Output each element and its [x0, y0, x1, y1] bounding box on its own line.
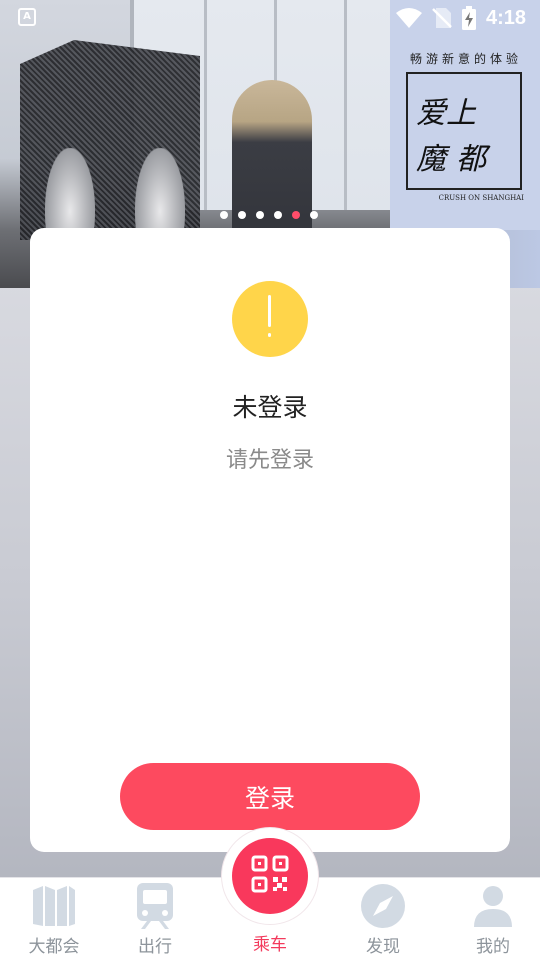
pager-dot[interactable] [238, 211, 246, 219]
train-icon [131, 882, 179, 930]
nav-ride-circle [232, 838, 308, 914]
nav-label-active[interactable]: 乘车 [222, 930, 318, 955]
compass-icon [359, 882, 407, 930]
qr-code-icon [251, 855, 289, 897]
banner-dress [135, 148, 185, 238]
poster-title-line2: 魔都 [416, 142, 496, 177]
banner-pager [220, 211, 318, 219]
nav-label: 我的 [476, 937, 510, 957]
warning-icon [232, 281, 308, 357]
status-time: 4:18 [485, 6, 526, 29]
nav-label: 出行 [138, 937, 172, 957]
no-sim-icon [432, 7, 452, 29]
banner-dress [45, 148, 95, 238]
pager-dot[interactable] [220, 211, 228, 219]
user-icon [469, 882, 517, 930]
pager-dot[interactable] [310, 211, 318, 219]
nav-item-me[interactable]: 我的 [439, 878, 540, 960]
book-icon [30, 882, 78, 930]
pager-dot[interactable] [274, 211, 282, 219]
pager-dot[interactable] [256, 211, 264, 219]
nav-label: 大都会 [28, 937, 80, 957]
login-button[interactable]: 登录 [120, 763, 420, 830]
dialog-title: 未登录 [232, 393, 308, 422]
status-bar: A 4:18 [0, 0, 540, 36]
poster-title-line1: 爱上 [416, 96, 476, 131]
dialog-message: 请先登录 [225, 448, 314, 473]
battery-charging-icon [461, 6, 476, 30]
poster-subtitle: CRUSH ON SHANGHAI [438, 194, 524, 202]
nav-item-travel[interactable]: 出行 [101, 878, 209, 960]
notification-badge-icon: A [18, 8, 36, 26]
pager-dot-active[interactable] [292, 211, 300, 219]
wifi-icon [395, 8, 422, 28]
nav-item-discover[interactable]: 发现 [329, 878, 437, 960]
login-required-dialog: 未登录 请先登录 登录 [30, 228, 510, 852]
poster-tagline: 畅游新意的体验 [409, 52, 522, 66]
nav-label: 发现 [366, 937, 400, 957]
nav-item-ride[interactable] [222, 828, 318, 924]
poster-title-box: 爱上 魔都 [406, 72, 522, 190]
nav-item-metropolis[interactable]: 大都会 [0, 878, 108, 960]
